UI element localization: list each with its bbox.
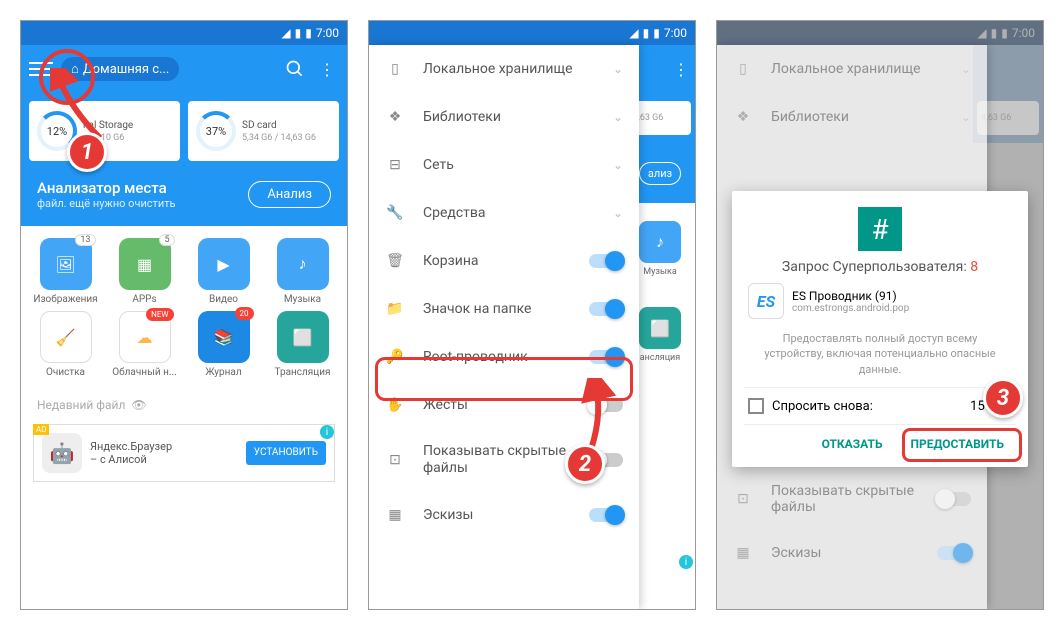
- cleanup-item[interactable]: 🧹Очистка: [29, 311, 102, 378]
- trash-toggle[interactable]: [589, 254, 623, 268]
- wifi-icon: ◢: [629, 26, 638, 40]
- thumbnail-icon: ▦: [385, 505, 405, 525]
- ad-banner[interactable]: AD i 🤖 Яндекс.Браузер– с Алисой УСТАНОВИ…: [33, 424, 335, 482]
- badge-new: NEW: [146, 308, 173, 321]
- images-icon: 🖼13: [40, 238, 92, 290]
- folder-icon: 📁: [385, 299, 405, 319]
- music-item[interactable]: ♪Музыка: [266, 238, 339, 305]
- analyzer-subtitle: файл. ещё нужно очистить: [37, 197, 175, 210]
- storage-name: SD card: [242, 120, 316, 131]
- badge: 5: [159, 234, 174, 246]
- ask-label: Спросить снова:: [772, 399, 873, 414]
- thumbs-toggle[interactable]: [589, 508, 623, 522]
- layers-icon: ❖: [385, 107, 405, 127]
- cleanup-icon: 🧹: [40, 311, 92, 363]
- search-button[interactable]: [283, 57, 307, 81]
- chevron-down-icon: ⌄: [613, 110, 623, 124]
- images-item[interactable]: 🖼13Изображения: [29, 238, 102, 305]
- apps-item[interactable]: ▦5APPs: [108, 238, 181, 305]
- chevron-down-icon: ⌄: [613, 62, 623, 76]
- battery-icon: ▮: [305, 26, 312, 40]
- trash-icon: 🗑: [385, 251, 405, 271]
- recent-files-header[interactable]: Недавний файл 👁: [21, 390, 347, 420]
- cast-icon: ⬜: [277, 311, 329, 363]
- annotation-step-2: 2: [565, 444, 605, 484]
- wrench-icon: 🔧: [385, 203, 405, 223]
- annotation-step-3: 3: [983, 378, 1023, 418]
- dialog-description: Предоставлять полный доступ всему устрой…: [744, 327, 1016, 387]
- phone-icon: ▯: [385, 59, 405, 79]
- status-bar: ◢ ▮ ▮ 7:00: [369, 21, 695, 45]
- video-item[interactable]: ▶Видео: [187, 238, 260, 305]
- sidebar-root-explorer[interactable]: 🔑Root-проводник: [369, 333, 639, 381]
- annotation-step-1: 1: [67, 132, 107, 172]
- sidebar-libraries[interactable]: ❖Библиотеки⌄: [369, 93, 639, 141]
- superuser-dialog: # Запрос Суперпользователя: 8 ES ES Пров…: [732, 191, 1028, 467]
- sidebar-trash[interactable]: 🗑Корзина: [369, 237, 639, 285]
- signal-icon: ▮: [643, 26, 650, 40]
- ad-label: AD: [33, 424, 49, 435]
- analyze-button[interactable]: Анализ: [248, 181, 331, 208]
- eye-icon: 👁: [131, 398, 146, 412]
- sidebar-local-storage[interactable]: ▯Локальное хранилище⌄: [369, 45, 639, 93]
- apps-icon: ▦5: [119, 238, 171, 290]
- sidebar-drawer: ▯Локальное хранилище⌄ ❖Библиотеки⌄ ⊟Сеть…: [369, 45, 639, 609]
- sd-card[interactable]: 37% SD card 5,34 G6 / 14,63 G6: [188, 101, 339, 161]
- analyzer-banner: Анализатор места файл. ещё нужно очистит…: [21, 169, 347, 226]
- cloud-item[interactable]: ☁NEWОблачный н...: [108, 311, 181, 378]
- chevron-down-icon: ⌄: [613, 158, 623, 172]
- music-icon: ♪: [277, 238, 329, 290]
- app-name: ES Проводник (91): [792, 289, 909, 303]
- chevron-down-icon: ⌄: [613, 206, 623, 220]
- ad-info-icon[interactable]: i: [320, 425, 334, 439]
- cloud-icon: ☁NEW: [119, 311, 171, 363]
- key-icon: 🔑: [385, 347, 405, 367]
- root-toggle[interactable]: [589, 350, 623, 364]
- wifi-icon: ◢: [281, 26, 290, 40]
- cast-item[interactable]: ⬜Трансляция: [266, 311, 339, 378]
- hidden-icon: ⊡: [385, 450, 405, 470]
- video-icon: ▶: [198, 238, 250, 290]
- es-explorer-icon: ES: [748, 283, 784, 319]
- clock: 7:00: [316, 26, 339, 40]
- log-item[interactable]: 📚20Журнал: [187, 311, 260, 378]
- ask-again-checkbox[interactable]: [748, 398, 764, 414]
- more-button[interactable]: ⋮: [315, 57, 339, 81]
- network-icon: ⊟: [385, 155, 405, 175]
- sidebar-network[interactable]: ⊟Сеть⌄: [369, 141, 639, 189]
- deny-button[interactable]: ОТКАЗАТЬ: [810, 429, 895, 459]
- log-icon: 📚20: [198, 311, 250, 363]
- sidebar-thumbnails[interactable]: ▦Эскизы: [369, 491, 639, 539]
- status-bar: ◢ ▮ ▮ 7:00: [21, 21, 347, 45]
- ad-app-icon: 🤖: [42, 433, 82, 473]
- battery-icon: ▮: [653, 26, 660, 40]
- storage-gauge: 37%: [196, 111, 236, 151]
- analyzer-title: Анализатор места: [37, 179, 175, 197]
- hash-icon: #: [858, 207, 902, 251]
- ad-info-icon: i: [679, 555, 693, 569]
- dialog-title: Запрос Суперпользователя: 8: [744, 259, 1016, 275]
- gesture-icon: ✋: [385, 395, 405, 415]
- badge: 13: [75, 234, 95, 246]
- ad-text: Яндекс.Браузер– с Алисой: [90, 440, 238, 466]
- folder-icon-toggle[interactable]: [589, 302, 623, 316]
- ad-install-button[interactable]: УСТАНОВИТЬ: [246, 441, 326, 465]
- sidebar-folder-icon[interactable]: 📁Значок на папке: [369, 285, 639, 333]
- signal-icon: ▮: [295, 26, 302, 40]
- dialog-app-row: ES ES Проводник (91) com.estrongs.androi…: [744, 275, 1016, 327]
- category-grid: 🖼13Изображения ▦5APPs ▶Видео ♪Музыка 🧹Оч…: [21, 226, 347, 390]
- ask-again-row[interactable]: Спросить снова: 15 ми..: [744, 388, 1016, 424]
- sidebar-tools[interactable]: 🔧Средства⌄: [369, 189, 639, 237]
- package-name: com.estrongs.android.pop: [792, 303, 909, 314]
- clock: 7:00: [664, 26, 687, 40]
- grant-button[interactable]: ПРЕДОСТАВИТЬ: [899, 429, 1017, 459]
- storage-size: 5,34 G6 / 14,63 G6: [242, 133, 316, 143]
- badge: 20: [235, 307, 254, 320]
